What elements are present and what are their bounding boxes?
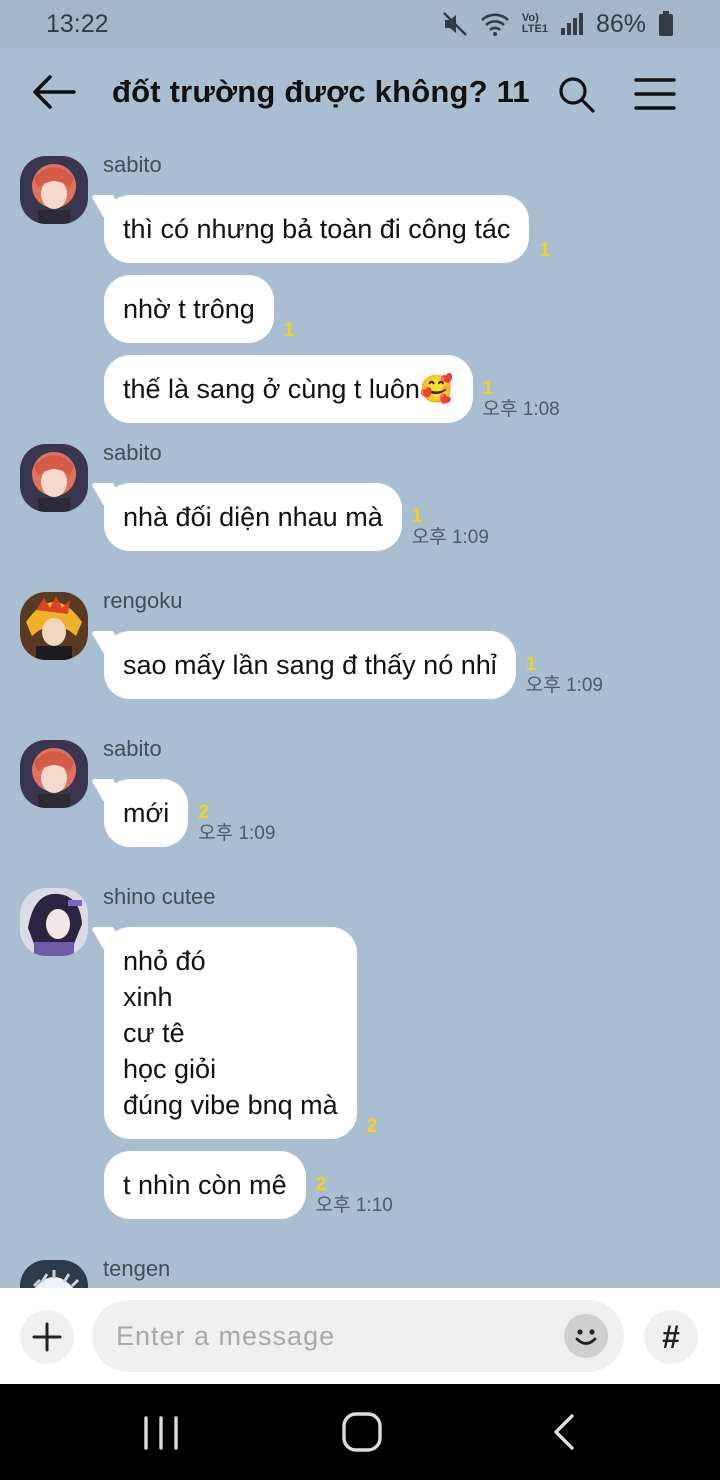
wifi-icon [480,13,509,36]
unread-count: 2 [198,802,209,823]
message-time: 오후 1:08 [482,399,560,420]
message-meta: 1 오후 1:09 [526,655,603,697]
search-icon[interactable] [556,74,596,114]
message-bubble[interactable]: nhờ t trông [104,275,274,343]
message-bubble[interactable]: sao mấy lần sang đ thấy nó nhỉ [104,631,516,699]
message-time: 오후 1:09 [198,823,276,844]
message-row: thế là sang ở cùng t luôn🥰 1 오후 1:08 [104,355,560,423]
emoji-button[interactable] [564,1314,608,1358]
hashtag-button[interactable]: # [644,1310,698,1364]
message-bubble[interactable]: nhỏ đó xinh cư tê học giỏi đúng vibe bnq… [104,927,357,1139]
mute-icon [442,12,467,36]
unread-count: 1 [525,654,537,675]
unread-count: 2 [315,1174,327,1195]
attach-button[interactable] [20,1310,74,1364]
unread-count: 1 [539,240,550,261]
message-meta: 2 오후 1:09 [198,803,275,845]
chat-header: đốt trường được không? 11 [0,48,720,138]
message-bubble[interactable]: nhà đối diện nhau mà [104,483,402,551]
network-indicator: Vo) LTE1 [522,13,548,35]
message-bubble[interactable]: t nhìn còn mê [104,1151,306,1219]
battery-percent: 86% [595,9,646,38]
avatar-sabito[interactable] [20,156,88,224]
avatar-sabito[interactable] [20,740,88,808]
sender-name: sabito [103,152,162,177]
message-bubble[interactable]: mới [104,779,189,847]
avatar-tengen[interactable] [20,1260,88,1288]
network-type: LTE1 [521,23,548,35]
sender-name: rengoku [103,588,183,613]
message-row: nhà đối diện nhau mà 1 오후 1:09 [104,483,489,551]
unread-count: 1 [482,378,494,399]
signal-icon [560,13,583,35]
message-meta: 1 [539,241,550,261]
message-bubble[interactable]: thì có nhưng bả toàn đi công tác [104,195,530,263]
message-meta: 1 오후 1:08 [483,379,560,421]
message-time: 오후 1:10 [315,1195,393,1216]
avatar-image [20,156,88,224]
message-list[interactable]: sabito thì có nhưng bả toàn đi công tác … [0,138,720,1288]
sender-name: shino cutee [103,884,216,909]
sender-name: tengen [103,1256,171,1281]
avatar-image [20,1260,88,1288]
avatar-rengoku[interactable] [20,592,88,660]
unread-count: 1 [411,506,423,527]
status-icons: Vo) LTE1 86% [442,10,674,39]
message-row: nhỏ đó xinh cư tê học giỏi đúng vibe bnq… [104,927,377,1139]
avatar-image [20,444,88,512]
avatar-shino[interactable] [20,888,88,956]
message-row: nhờ t trông 1 [104,275,294,343]
message-meta: 1 [284,321,295,341]
chat-title: đốt trường được không? 11 [112,74,530,109]
home-icon[interactable] [340,1410,384,1454]
nav-back-icon[interactable] [548,1412,578,1452]
menu-icon[interactable] [634,76,676,112]
back-arrow-icon[interactable] [30,72,78,112]
message-meta: 2 [367,1117,378,1137]
plus-icon [32,1322,62,1352]
recent-apps-icon[interactable] [140,1414,182,1452]
input-bar: # [0,1288,720,1384]
avatar-image [20,888,88,956]
sender-name: sabito [103,736,162,761]
message-meta: 1 오후 1:09 [412,507,489,549]
message-bubble[interactable]: thế là sang ở cùng t luôn🥰 [104,355,473,423]
message-row: t nhìn còn mê 2 오후 1:10 [104,1151,393,1219]
status-time: 13:22 [46,9,109,38]
message-row: sao mấy lần sang đ thấy nó nhỉ 1 오후 1:09 [104,631,603,699]
avatar-sabito[interactable] [20,444,88,512]
message-input[interactable] [92,1300,624,1372]
battery-icon [659,11,673,36]
avatar-image [20,592,88,660]
status-bar: 13:22 Vo) LTE1 86% [0,0,720,48]
message-time: 오후 1:09 [525,675,603,696]
message-meta: 2 오후 1:10 [316,1175,393,1217]
sender-name: sabito [103,440,162,465]
message-row: mới 2 오후 1:09 [104,779,275,847]
smiley-icon [575,1329,597,1345]
message-row: thì có nhưng bả toàn đi công tác 1 [104,195,550,263]
system-nav-bar [0,1384,720,1480]
unread-count: 2 [366,1116,378,1137]
message-time: 오후 1:09 [411,527,489,548]
avatar-image [20,740,88,808]
unread-count: 1 [283,320,295,341]
